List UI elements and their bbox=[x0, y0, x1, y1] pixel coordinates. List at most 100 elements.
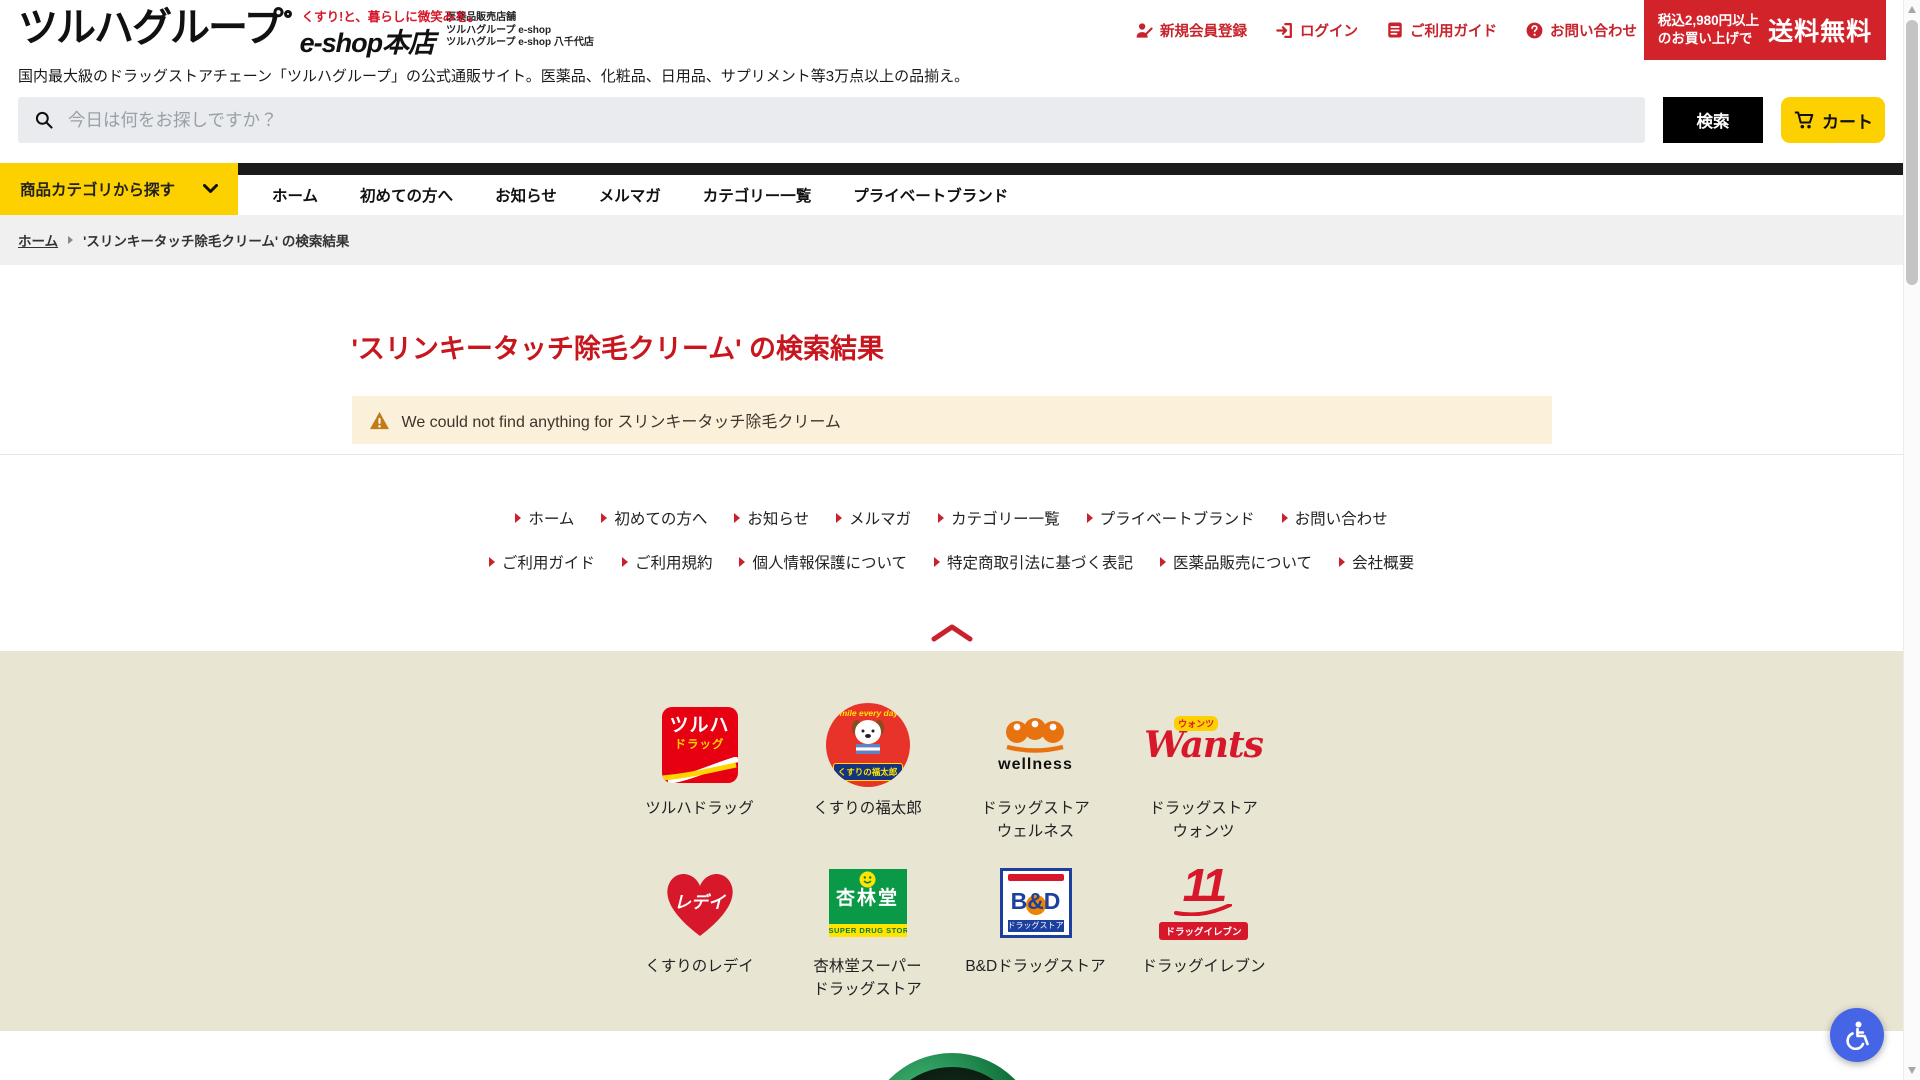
warning-icon bbox=[369, 411, 390, 430]
no-results-text: We could not find anything for スリンキータッチ除… bbox=[402, 408, 841, 432]
footer-link-first-time[interactable]: 初めての方へ bbox=[601, 507, 707, 529]
chevron-right-icon bbox=[1087, 513, 1093, 523]
nav-item-private-brand[interactable]: プライベートブランド bbox=[853, 184, 1008, 206]
header: ツルハグループ くすり!と、暮らしに微笑みを。 e-shop本店 医薬品販売店舗… bbox=[0, 0, 1903, 60]
nav-item-news[interactable]: お知らせ bbox=[495, 184, 557, 206]
guide-link[interactable]: ご利用ガイド bbox=[1386, 20, 1497, 41]
logo-tagline: くすり!と、暮らしに微笑みを。 bbox=[302, 6, 481, 25]
wants-logo: Wants ウォンツ bbox=[1144, 724, 1263, 766]
footer-link-company[interactable]: 会社概要 bbox=[1339, 551, 1414, 573]
main-nav: 商品カテゴリから探す ホーム 初めての方へ お知らせ メルマガ カテゴリー一覧 … bbox=[0, 163, 1903, 215]
kyorindo-logo: 杏林堂 SUPER DRUG STORE bbox=[829, 869, 907, 937]
category-menu-label: 商品カテゴリから探す bbox=[20, 178, 175, 200]
accessibility-button[interactable] bbox=[1830, 1008, 1884, 1062]
tsuruha-drug-logo: ツルハ ドラッグ bbox=[662, 707, 738, 783]
wellness-swirl-icon bbox=[1002, 716, 1068, 754]
register-link[interactable]: 新規会員登録 bbox=[1135, 20, 1247, 41]
nav-item-home[interactable]: ホーム bbox=[272, 184, 318, 206]
page-title: 'スリンキータッチ除毛クリーム' の検索結果 bbox=[352, 327, 1552, 366]
category-menu-button[interactable]: 商品カテゴリから探す bbox=[0, 163, 238, 215]
footer-link-commerce-law[interactable]: 特定商取引法に基づく表記 bbox=[934, 551, 1133, 573]
ready-heart-logo: レデイ bbox=[658, 864, 742, 942]
footer-links-row-1: ホーム 初めての方へ お知らせ メルマガ カテゴリー一覧 プライベートブランド … bbox=[0, 507, 1903, 529]
store-row-2: レデイ くすりのレデイ bbox=[0, 859, 1903, 1001]
scrollbar-down-arrow[interactable] bbox=[1908, 1067, 1916, 1074]
chevron-right-icon bbox=[601, 513, 607, 523]
store-kusuri-no-fukutaro[interactable]: Smile every day! くすりの福太郎 bbox=[784, 701, 952, 843]
eleven-swoosh-decoration bbox=[1174, 904, 1232, 916]
contact-link[interactable]: お問い合わせ bbox=[1525, 20, 1637, 41]
footer-link-category-list[interactable]: カテゴリー一覧 bbox=[938, 507, 1060, 529]
logo-dot-decoration bbox=[284, 10, 292, 18]
shipping-condition-line2: のお買い上げで bbox=[1658, 30, 1759, 48]
cart-icon bbox=[1793, 110, 1815, 130]
guide-icon bbox=[1386, 21, 1404, 39]
store-wellness[interactable]: wellness ドラッグストア ウェルネス bbox=[952, 701, 1120, 843]
cart-label: カート bbox=[1822, 108, 1873, 133]
site-description: 国内最大級のドラッグストアチェーン「ツルハグループ」の公式通販サイト。医薬品、化… bbox=[0, 60, 1903, 95]
site-logo[interactable]: ツルハグループ くすり!と、暮らしに微笑みを。 e-shop本店 医薬品販売店舗… bbox=[18, 0, 594, 60]
chevron-right-icon bbox=[934, 557, 940, 567]
register-label: 新規会員登録 bbox=[1160, 20, 1247, 41]
scrollbar-up-arrow[interactable] bbox=[1908, 6, 1916, 13]
login-link[interactable]: ログイン bbox=[1275, 20, 1358, 41]
logo-wordmark: ツルハグループ bbox=[18, 0, 282, 56]
store-drug-eleven[interactable]: 11 ドラッグイレブン ドラッグイレブン bbox=[1120, 859, 1288, 1001]
certified-shop-badge[interactable]: 安心・安全なネット販売サイト 適合店 bbox=[864, 1053, 1040, 1080]
nav-items: ホーム 初めての方へ お知らせ メルマガ カテゴリー一覧 プライベートブランド bbox=[272, 175, 1008, 215]
chevron-right-icon bbox=[938, 513, 944, 523]
store-kyorindo[interactable]: 杏林堂 SUPER DRUG STORE 杏林堂スーパー ドラッグストア bbox=[784, 859, 952, 1001]
search-box bbox=[18, 97, 1645, 143]
footer-link-private-brand[interactable]: プライベートブランド bbox=[1087, 507, 1255, 529]
certification-section: 安心・安全なネット販売サイト 適合店 bbox=[0, 1031, 1903, 1080]
footer-link-contact[interactable]: お問い合わせ bbox=[1282, 507, 1388, 529]
header-utility-links: 新規会員登録 ログイン ご利用ガイド bbox=[1135, 0, 1637, 60]
drug-eleven-logo: 11 ドラッグイレブン bbox=[1159, 866, 1247, 940]
footer-link-news[interactable]: お知らせ bbox=[734, 507, 809, 529]
shipping-condition-line1: 税込2,980円以上 bbox=[1658, 12, 1759, 30]
collapse-up-icon[interactable] bbox=[929, 623, 975, 643]
scrollbar bbox=[1903, 0, 1920, 1080]
search-icon bbox=[34, 110, 54, 130]
results-area: 'スリンキータッチ除毛クリーム' の検索結果 We could not find… bbox=[0, 265, 1903, 455]
footer-link-terms[interactable]: ご利用規約 bbox=[622, 551, 713, 573]
footer-link-home[interactable]: ホーム bbox=[515, 507, 574, 529]
login-icon bbox=[1275, 21, 1294, 40]
store-kusuri-no-ready[interactable]: レデイ くすりのレデイ bbox=[616, 859, 784, 1001]
chevron-right-icon bbox=[836, 513, 842, 523]
logo-shop-name: e-shop本店 bbox=[300, 28, 435, 58]
no-results-message: We could not find anything for スリンキータッチ除… bbox=[352, 396, 1552, 444]
page: ツルハグループ くすり!と、暮らしに微笑みを。 e-shop本店 医薬品販売店舗… bbox=[0, 0, 1903, 1080]
register-icon bbox=[1135, 21, 1154, 40]
shipping-condition: 税込2,980円以上 のお買い上げで bbox=[1658, 12, 1759, 48]
cart-button[interactable]: カート bbox=[1781, 97, 1885, 143]
chevron-right-icon bbox=[1160, 557, 1166, 567]
footer-link-privacy[interactable]: 個人情報保護について bbox=[739, 551, 907, 573]
footer-link-drug-sales[interactable]: 医薬品販売について bbox=[1160, 551, 1312, 573]
chevron-right-icon bbox=[622, 557, 628, 567]
smiley-icon bbox=[859, 871, 876, 888]
nav-item-first-time[interactable]: 初めての方へ bbox=[360, 184, 453, 206]
scrollbar-thumb[interactable] bbox=[1906, 20, 1918, 285]
wheelchair-icon bbox=[1842, 1020, 1872, 1050]
breadcrumb: ホーム 'スリンキータッチ除毛クリーム' の検索結果 bbox=[0, 215, 1903, 265]
tsuruha-swoosh-decoration bbox=[662, 757, 738, 783]
footer-link-newsletter[interactable]: メルマガ bbox=[836, 507, 911, 529]
search-button[interactable]: 検索 bbox=[1663, 97, 1763, 143]
store-wants[interactable]: Wants ウォンツ ドラッグストア ウォンツ bbox=[1120, 701, 1288, 843]
store-tsuruha-drug[interactable]: ツルハ ドラッグ ツルハドラッグ bbox=[616, 701, 784, 843]
chevron-right-icon bbox=[515, 513, 521, 523]
nav-item-newsletter[interactable]: メルマガ bbox=[599, 184, 661, 206]
chevron-right-icon bbox=[489, 557, 495, 567]
footer-link-guide[interactable]: ご利用ガイド bbox=[489, 551, 595, 573]
store-row-1: ツルハ ドラッグ ツルハドラッグ Smile eve bbox=[0, 701, 1903, 843]
wellness-logo: wellness bbox=[998, 716, 1073, 774]
group-stores-section: ツルハ ドラッグ ツルハドラッグ Smile eve bbox=[0, 651, 1903, 1031]
free-shipping-label: 送料無料 bbox=[1768, 12, 1872, 48]
nav-item-category-list[interactable]: カテゴリー一覧 bbox=[703, 184, 812, 206]
search-input[interactable] bbox=[68, 110, 1629, 131]
bd-logo: B&D ドラッグストア bbox=[1000, 868, 1072, 938]
breadcrumb-home-link[interactable]: ホーム bbox=[18, 230, 58, 250]
fukutaro-dog-icon bbox=[847, 718, 889, 754]
store-bd-drugstore[interactable]: B&D ドラッグストア B&Dドラッグストア bbox=[952, 859, 1120, 1001]
